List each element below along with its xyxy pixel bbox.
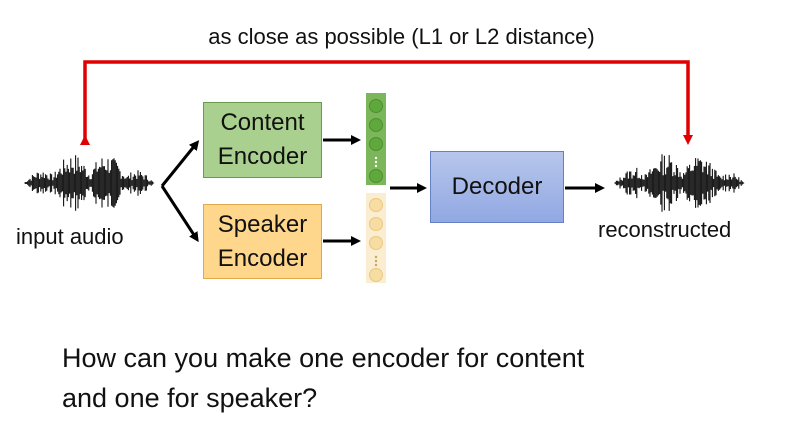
feedback-arrow xyxy=(80,60,693,145)
speaker-encoder-box: Speaker Encoder xyxy=(203,204,322,279)
reconstructed-waveform-icon xyxy=(614,154,745,212)
content-encoder-box: Content Encoder xyxy=(203,102,322,178)
arrow-input-to-content xyxy=(160,140,200,187)
content-encoder-label: Content Encoder xyxy=(217,109,308,170)
speaker-encoder-label: Speaker Encoder xyxy=(217,210,308,272)
question-text: How can you make one encoder for content… xyxy=(62,343,585,413)
input-audio-label: input audio xyxy=(16,224,124,249)
decoder-label: Decoder xyxy=(451,173,543,200)
input-waveform-icon xyxy=(24,155,155,211)
distance-label: as close as possible (L1 or L2 distance) xyxy=(208,24,595,49)
reconstructed-label: reconstructed xyxy=(598,217,732,242)
speaker-latent-vector xyxy=(366,193,386,283)
decoder-box: Decoder xyxy=(430,151,564,223)
arrow-input-to-speaker xyxy=(160,185,199,243)
content-latent-vector xyxy=(366,93,386,185)
